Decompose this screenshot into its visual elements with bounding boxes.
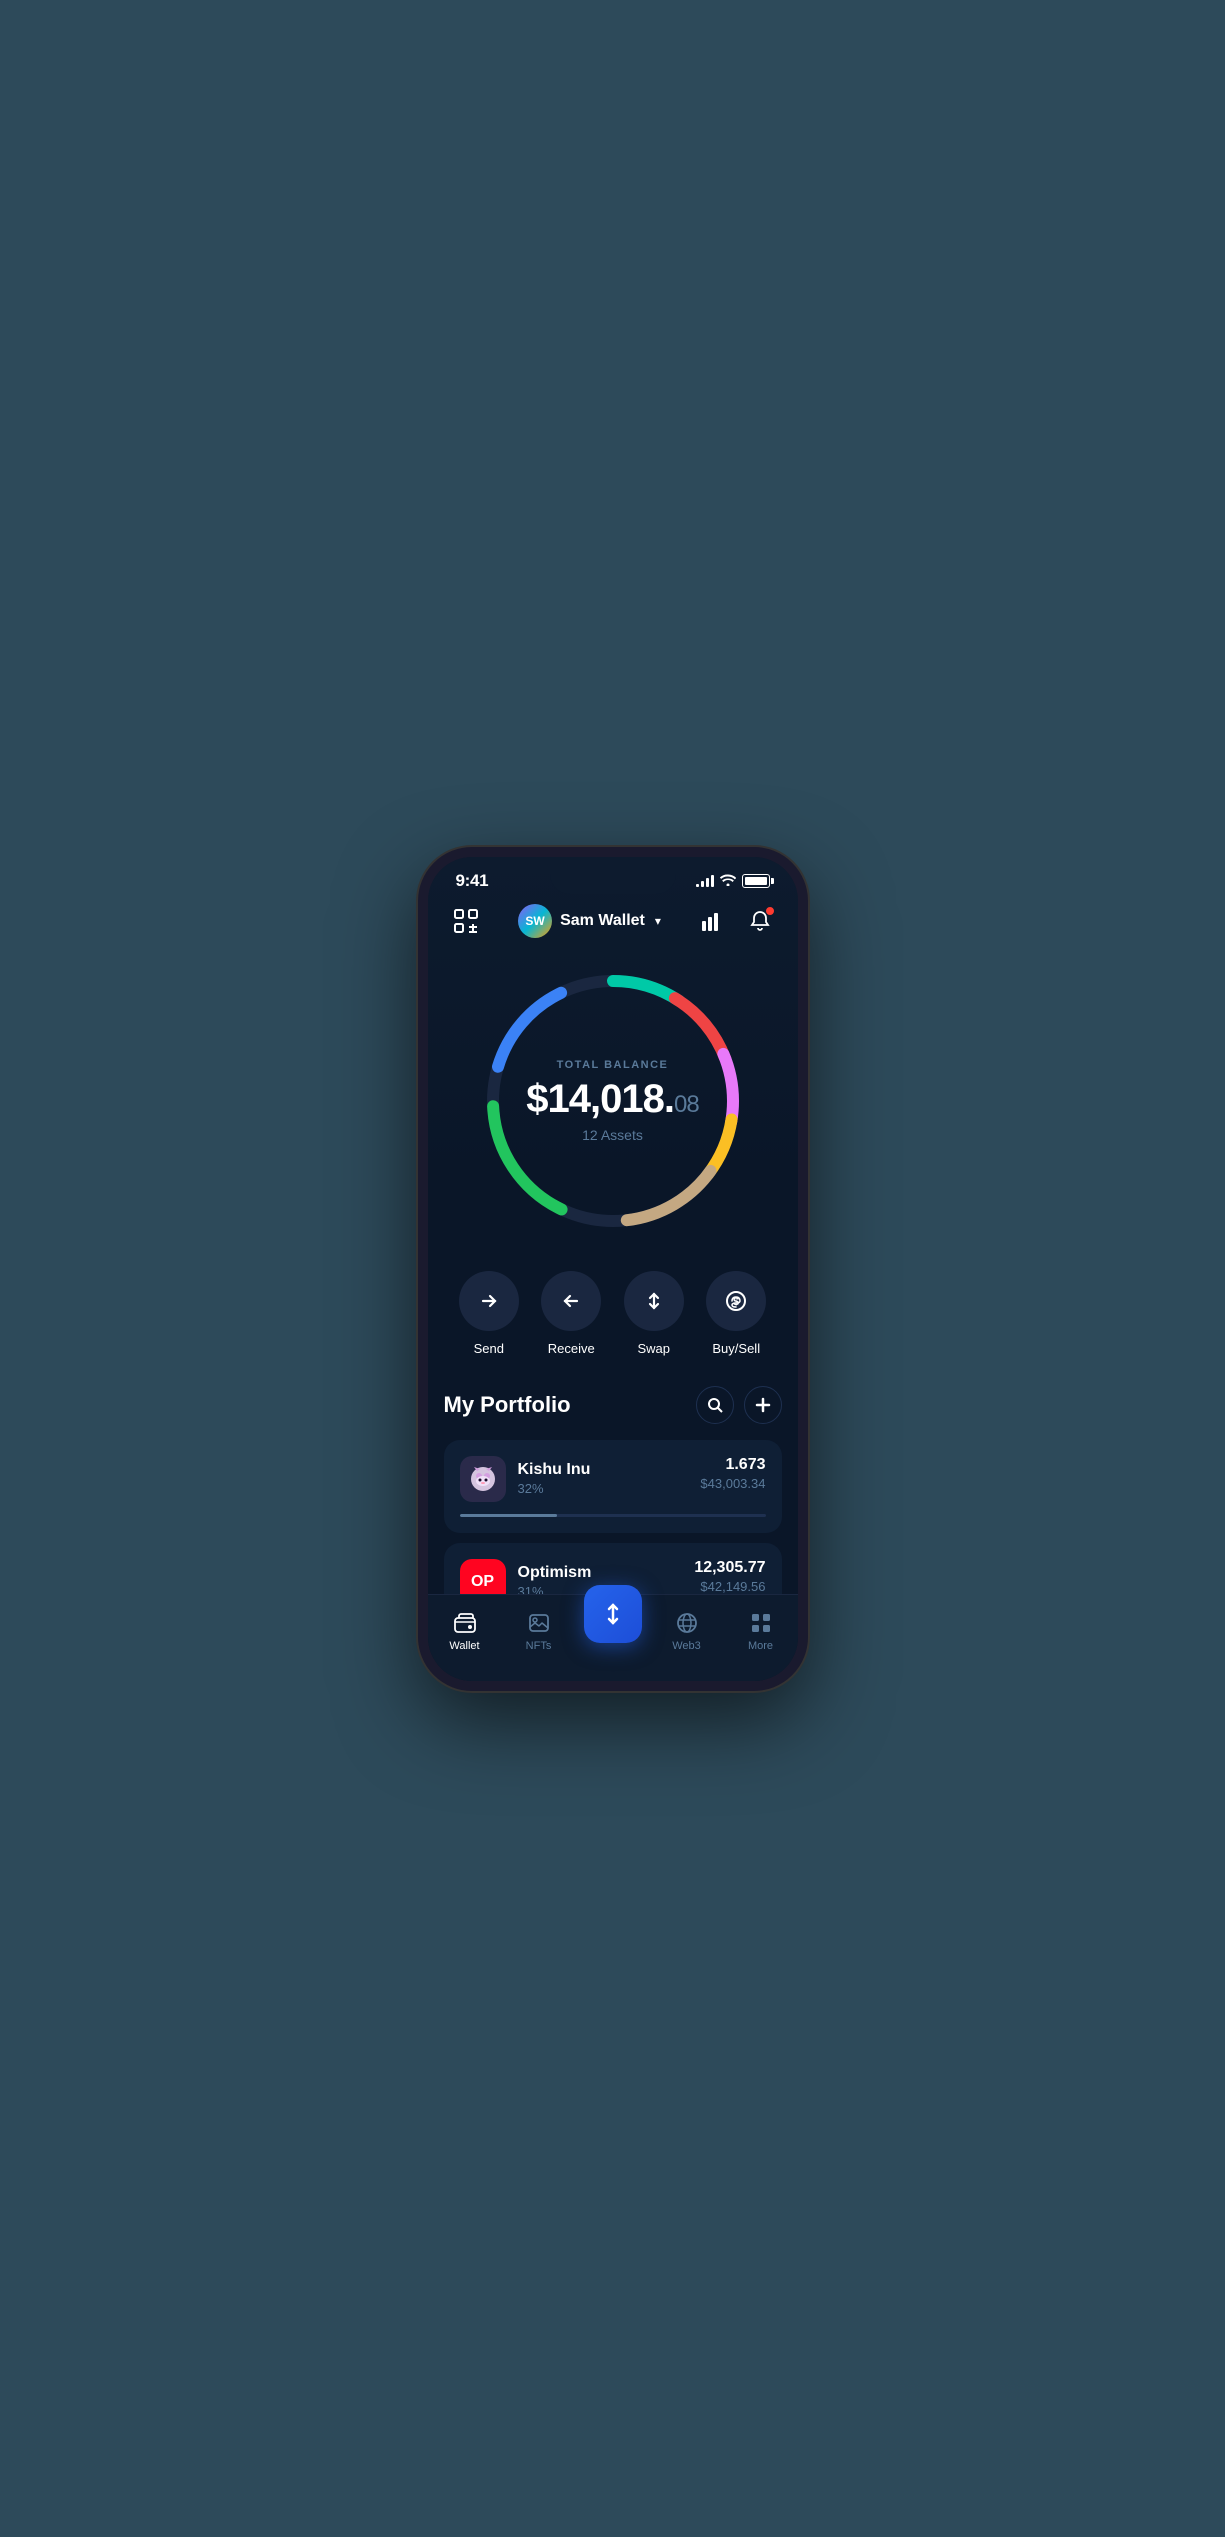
total-balance-label: TOTAL BALANCE (526, 1059, 698, 1071)
nav-wallet[interactable]: Wallet (428, 1610, 502, 1652)
op-name: Optimism (518, 1564, 592, 1582)
status-icons (696, 873, 770, 889)
nav-more[interactable]: More (724, 1610, 798, 1652)
asset-card-kishu[interactable]: Kishu Inu 32% 1.673 $43,003.34 (444, 1440, 782, 1533)
account-name: Sam Wallet (560, 912, 645, 930)
signal-bars-icon (696, 875, 714, 887)
portfolio-title: My Portfolio (444, 1392, 571, 1418)
account-selector[interactable]: SW Sam Wallet ▾ (518, 904, 661, 938)
balance-main: $14,018. (526, 1077, 674, 1121)
nfts-icon (526, 1610, 552, 1636)
notification-badge (765, 906, 775, 916)
phone-frame: 9:41 (418, 847, 808, 1691)
kishu-quantity: 1.673 (700, 1456, 765, 1474)
wifi-icon (720, 873, 736, 889)
more-icon (748, 1610, 774, 1636)
kishu-usd: $43,003.34 (700, 1476, 765, 1491)
scan-icon[interactable] (448, 903, 484, 939)
portfolio-header: My Portfolio (444, 1386, 782, 1424)
bell-icon[interactable] (743, 904, 777, 938)
swap-label: Swap (637, 1341, 670, 1356)
send-label: Send (474, 1341, 504, 1356)
portfolio-search-button[interactable] (696, 1386, 734, 1424)
chart-icon[interactable] (695, 904, 729, 938)
nav-web3-label: Web3 (672, 1640, 701, 1652)
send-button[interactable]: Send (459, 1271, 519, 1356)
receive-icon (541, 1271, 601, 1331)
buysell-icon: $ (706, 1271, 766, 1331)
header: SW Sam Wallet ▾ (428, 891, 798, 951)
op-quantity: 12,305.77 (694, 1559, 765, 1577)
kishu-name: Kishu Inu (518, 1461, 591, 1479)
kishu-logo (460, 1456, 506, 1502)
nav-nfts-label: NFTs (526, 1640, 552, 1652)
assets-count: 12 Assets (526, 1127, 698, 1143)
swap-button[interactable]: Swap (624, 1271, 684, 1356)
header-actions (695, 904, 777, 938)
balance-cents: 08 (674, 1091, 699, 1118)
receive-button[interactable]: Receive (541, 1271, 601, 1356)
phone-inner: 9:41 (428, 857, 798, 1681)
portfolio-actions (696, 1386, 782, 1424)
receive-label: Receive (548, 1341, 595, 1356)
nav-center[interactable] (576, 1585, 650, 1657)
action-buttons: Send Receive (428, 1261, 798, 1386)
kishu-progress-bar (460, 1514, 766, 1517)
ring-center: TOTAL BALANCE $14,018.08 12 Assets (526, 1059, 698, 1143)
buysell-button[interactable]: $ Buy/Sell (706, 1271, 766, 1356)
chevron-down-icon: ▾ (655, 914, 661, 928)
op-usd: $42,149.56 (694, 1579, 765, 1594)
balance-amount: $14,018.08 (526, 1079, 698, 1119)
web3-icon (674, 1610, 700, 1636)
notch (550, 857, 676, 894)
kishu-progress-fill (460, 1514, 558, 1517)
kishu-icon (465, 1461, 501, 1497)
status-time: 9:41 (456, 871, 489, 891)
balance-section: TOTAL BALANCE $14,018.08 12 Assets (428, 951, 798, 1261)
avatar: SW (518, 904, 552, 938)
balance-ring: TOTAL BALANCE $14,018.08 12 Assets (473, 961, 753, 1241)
nav-web3[interactable]: Web3 (650, 1610, 724, 1652)
swap-icon (624, 1271, 684, 1331)
nav-wallet-label: Wallet (449, 1640, 479, 1652)
swap-center-button[interactable] (584, 1585, 642, 1643)
nav-more-label: More (748, 1640, 773, 1652)
portfolio-add-button[interactable] (744, 1386, 782, 1424)
buysell-label: Buy/Sell (712, 1341, 760, 1356)
nav-nfts[interactable]: NFTs (502, 1610, 576, 1652)
wallet-icon (452, 1610, 478, 1636)
battery-icon (742, 874, 770, 888)
send-icon (459, 1271, 519, 1331)
bottom-nav: Wallet NFTs (428, 1594, 798, 1681)
kishu-percent: 32% (518, 1481, 591, 1496)
